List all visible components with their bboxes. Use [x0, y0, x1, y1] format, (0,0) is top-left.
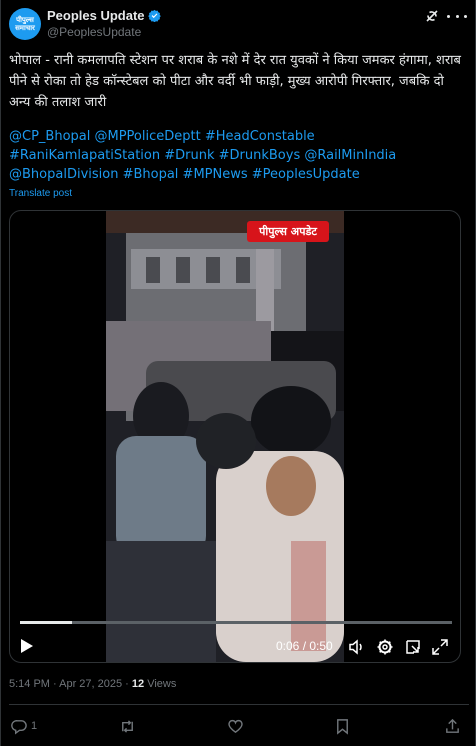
avatar[interactable]: पीपुल्स समाचार [9, 8, 41, 40]
verified-badge-icon [147, 9, 161, 22]
video-progress-fill [20, 621, 72, 624]
translate-post-link[interactable]: Translate post [9, 188, 72, 199]
author-name-row: Peoples Update [47, 8, 161, 23]
volume-icon[interactable] [348, 638, 366, 656]
avatar-text-2: समाचार [15, 24, 35, 32]
video-scene [106, 211, 344, 662]
bookmark-icon [337, 718, 348, 735]
views-count: 12 [131, 678, 145, 690]
handle[interactable]: @PeoplesUpdate [47, 25, 141, 39]
video-time: 0:06 / 0:50 [276, 639, 333, 653]
reply-button[interactable]: 1 [11, 716, 37, 736]
views-label: Views [144, 678, 177, 690]
video-progress-bar[interactable] [20, 621, 452, 624]
video-frame[interactable]: पीपुल्स अपडेट [106, 211, 344, 662]
post-container: पीपुल्स समाचार Peoples Update @PeoplesUp… [0, 0, 476, 746]
video-watermark-logo: पीपुल्स अपडेट [247, 221, 329, 242]
action-bar: 1 [1, 712, 476, 740]
reply-count: 1 [31, 720, 38, 732]
play-icon[interactable] [20, 638, 34, 654]
heart-icon [228, 719, 243, 733]
grok-icon[interactable] [424, 8, 440, 24]
reply-icon [11, 719, 27, 735]
more-options-icon[interactable] [447, 8, 467, 24]
avatar-text-1: पीपुल्स [16, 16, 34, 24]
like-button[interactable] [227, 716, 247, 736]
bookmark-button[interactable] [334, 716, 351, 736]
settings-gear-icon[interactable] [376, 638, 394, 656]
divider [9, 704, 469, 705]
share-icon [446, 718, 459, 733]
repost-icon [122, 719, 133, 733]
display-name[interactable]: Peoples Update [47, 8, 145, 23]
video-player[interactable]: पीपुल्स अपडेट 0:06 / 0:50 [9, 210, 461, 663]
share-button[interactable] [444, 716, 461, 736]
repost-button[interactable] [119, 716, 139, 736]
post-text: भोपाल - रानी कमलापति स्टेशन पर शराब के न… [9, 53, 461, 110]
post-timestamp[interactable]: 5:14 PM · Apr 27, 2025 · [9, 678, 132, 690]
fullscreen-icon[interactable] [431, 638, 449, 656]
post-hashtags[interactable]: @CP_Bhopal @MPPoliceDeptt #HeadConstable… [9, 127, 469, 184]
post-meta: 5:14 PM · Apr 27, 2025 · 12 Views [9, 678, 176, 690]
picture-in-picture-icon[interactable] [404, 638, 422, 656]
